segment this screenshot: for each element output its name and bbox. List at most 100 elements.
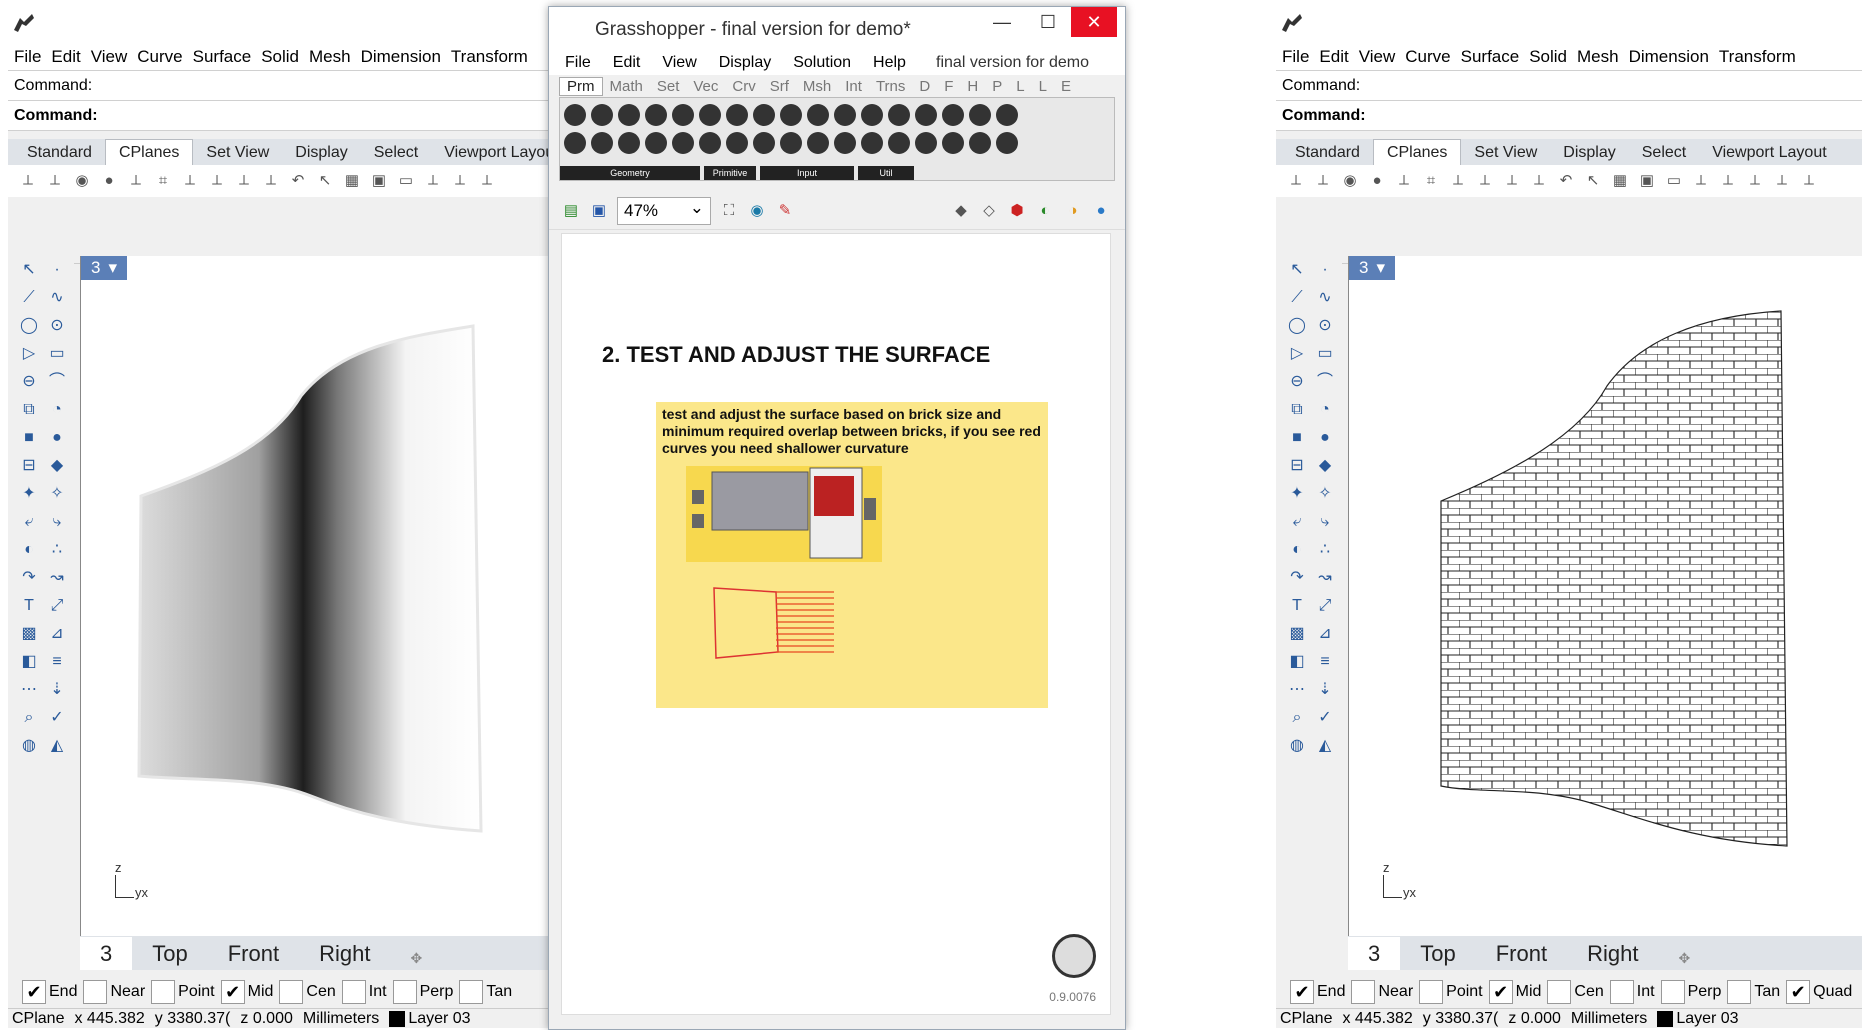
sphere-icon[interactable]: ● bbox=[1314, 427, 1336, 449]
sphere-icon[interactable]: ● bbox=[46, 427, 68, 449]
arc-icon[interactable]: ⊖ bbox=[1286, 371, 1308, 393]
check-icon[interactable]: ✓ bbox=[46, 707, 68, 729]
menu-edit[interactable]: Edit bbox=[51, 47, 80, 67]
toolbar-tab-select[interactable]: Select bbox=[1629, 140, 1699, 165]
surface-icon[interactable]: ⧉ bbox=[1286, 399, 1308, 421]
gh-tab-l[interactable]: L bbox=[1009, 78, 1031, 95]
render-icon[interactable]: ◧ bbox=[1286, 651, 1308, 673]
block-icon[interactable]: ▩ bbox=[18, 623, 40, 645]
gh-component-icon[interactable] bbox=[564, 104, 586, 126]
select-icon[interactable]: ↖ bbox=[1286, 259, 1308, 281]
osnap-checkbox-point[interactable] bbox=[1419, 980, 1444, 1004]
split-icon[interactable]: ✧ bbox=[1314, 483, 1336, 505]
explode-icon[interactable]: ⇣ bbox=[46, 679, 68, 701]
gh-category-util[interactable]: Util bbox=[858, 166, 914, 180]
gh-component-icon[interactable] bbox=[564, 132, 586, 154]
osnap-checkbox-point[interactable] bbox=[151, 980, 176, 1004]
cplane-icon[interactable]: ◉ bbox=[1340, 171, 1360, 191]
globe-icon[interactable]: ● bbox=[1091, 201, 1111, 221]
boolean-icon[interactable]: ✦ bbox=[1286, 483, 1308, 505]
group-icon[interactable]: ◐ bbox=[18, 539, 40, 561]
cplane-icon[interactable]: ⟂ bbox=[234, 171, 254, 191]
cplane-icon[interactable]: ⟂ bbox=[180, 171, 200, 191]
cplane-icon[interactable]: ⟂ bbox=[450, 171, 470, 191]
viewport-tab-top[interactable]: Top bbox=[132, 937, 207, 970]
command-line[interactable]: Command: bbox=[8, 100, 555, 131]
curve-icon[interactable]: ∿ bbox=[1314, 287, 1336, 309]
toolbar-tab-cplanes[interactable]: CPlanes bbox=[1372, 139, 1462, 165]
folder-icon[interactable]: ▭ bbox=[396, 171, 416, 191]
osnap-checkbox-cen[interactable] bbox=[1547, 980, 1572, 1004]
osnap-checkbox-mid[interactable]: ✔ bbox=[1488, 980, 1513, 1004]
osnap-checkbox-near[interactable] bbox=[83, 980, 108, 1004]
gh-component-icon[interactable] bbox=[645, 132, 667, 154]
gh-tab-int[interactable]: Int bbox=[838, 78, 869, 95]
hatch-icon[interactable]: ⊿ bbox=[46, 623, 68, 645]
preview-eye-icon[interactable]: ◉ bbox=[747, 201, 767, 221]
toolbar-tab-viewport-layout[interactable]: Viewport Layout bbox=[431, 140, 555, 165]
menu-curve[interactable]: Curve bbox=[137, 47, 182, 67]
render-icon[interactable]: ◧ bbox=[18, 651, 40, 673]
gh-tab-l[interactable]: L bbox=[1032, 78, 1054, 95]
gh-menu-file[interactable]: File bbox=[565, 54, 591, 72]
gh-component-icon[interactable] bbox=[888, 104, 910, 126]
gh-component-icon[interactable] bbox=[699, 104, 721, 126]
sketch-icon[interactable]: ✎ bbox=[775, 201, 795, 221]
array-icon[interactable]: ⋯ bbox=[1286, 679, 1308, 701]
curve-icon[interactable]: ∿ bbox=[46, 287, 68, 309]
folder-icon[interactable]: ▭ bbox=[1664, 171, 1684, 191]
cplane-icon[interactable]: ⟂ bbox=[477, 171, 497, 191]
layer-icon[interactable]: ≡ bbox=[1314, 651, 1336, 673]
viewport-tab-right[interactable]: Right bbox=[299, 937, 390, 970]
dimension-icon[interactable]: ⤢ bbox=[1314, 595, 1336, 617]
gh-menu-solution[interactable]: Solution bbox=[793, 54, 851, 72]
analyze-icon[interactable]: ⌕ bbox=[18, 707, 40, 729]
gh-component-icon[interactable] bbox=[807, 104, 829, 126]
cplane-icon[interactable]: ⟂ bbox=[1529, 171, 1549, 191]
explode-icon[interactable]: ⇣ bbox=[1314, 679, 1336, 701]
preview-off-icon[interactable]: ◆ bbox=[951, 201, 971, 221]
cplane-icon[interactable]: ⟂ bbox=[1475, 171, 1495, 191]
toolbar-tab-display[interactable]: Display bbox=[1550, 140, 1628, 165]
osnap-checkbox-cen[interactable] bbox=[279, 980, 304, 1004]
osnap-checkbox-tan[interactable] bbox=[1727, 980, 1752, 1004]
shaded-icon[interactable]: ⬢ bbox=[1007, 201, 1027, 221]
toolbar-tab-set-view[interactable]: Set View bbox=[1461, 140, 1550, 165]
grid-icon[interactable]: ▦ bbox=[1610, 171, 1630, 191]
ellipse-icon[interactable]: ⊙ bbox=[46, 315, 68, 337]
add-viewport-tab-icon[interactable]: ✥ bbox=[390, 946, 442, 970]
osnap-checkbox-perp[interactable] bbox=[392, 980, 417, 1004]
scale-icon[interactable]: ↝ bbox=[1314, 567, 1336, 589]
gh-document-name[interactable]: final version for demo bbox=[936, 54, 1089, 72]
gh-component-icon[interactable] bbox=[915, 132, 937, 154]
gh-component-icon[interactable] bbox=[591, 132, 613, 154]
maximize-button[interactable]: ☐ bbox=[1025, 7, 1071, 37]
undo-view-icon[interactable]: ↶ bbox=[1556, 171, 1576, 191]
menu-mesh[interactable]: Mesh bbox=[309, 47, 351, 67]
cplane-icon[interactable]: ◉ bbox=[72, 171, 92, 191]
cplane-icon[interactable]: ⟂ bbox=[261, 171, 281, 191]
input-param[interactable] bbox=[692, 514, 704, 528]
cplane-icon[interactable]: ⟂ bbox=[1313, 171, 1333, 191]
gh-tab-f[interactable]: F bbox=[937, 78, 960, 95]
arc-icon[interactable]: ⊖ bbox=[18, 371, 40, 393]
layer-icon[interactable]: ≡ bbox=[46, 651, 68, 673]
output-param[interactable] bbox=[864, 498, 876, 520]
cursor-icon[interactable]: ↖ bbox=[315, 171, 335, 191]
zoom-extents-icon[interactable]: ⛶ bbox=[719, 201, 739, 221]
rectangle-icon[interactable]: ▭ bbox=[46, 343, 68, 365]
gh-component-icon[interactable] bbox=[861, 104, 883, 126]
gh-component-icon[interactable] bbox=[942, 132, 964, 154]
undo-view-icon[interactable]: ↶ bbox=[288, 171, 308, 191]
gh-component-icon[interactable] bbox=[753, 104, 775, 126]
save-icon[interactable]: ▣ bbox=[1637, 171, 1657, 191]
save-file-icon[interactable]: ▣ bbox=[589, 201, 609, 221]
add-viewport-tab-icon[interactable]: ✥ bbox=[1658, 946, 1710, 970]
gh-component-icon[interactable] bbox=[969, 132, 991, 154]
point-icon[interactable]: · bbox=[1314, 259, 1336, 281]
gh-component-icon[interactable] bbox=[834, 132, 856, 154]
gh-component-icon[interactable] bbox=[645, 104, 667, 126]
menu-curve[interactable]: Curve bbox=[1405, 47, 1450, 67]
split-icon[interactable]: ✧ bbox=[46, 483, 68, 505]
osnap-checkbox-tan[interactable] bbox=[459, 980, 484, 1004]
